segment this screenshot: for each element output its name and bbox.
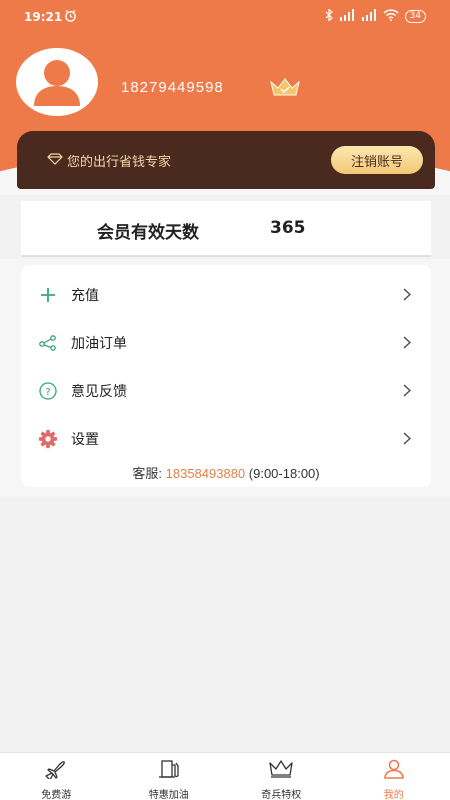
menu-card: 充值 加油订单 ? 意见反馈 设置 客服: 18358493880 (9:00-…	[21, 265, 431, 487]
vip-banner: 您的出行省钱专家 注销账号	[17, 131, 435, 189]
vip-tagline-text: 您的出行省钱专家	[67, 155, 172, 170]
menu-item-settings[interactable]: 设置	[21, 418, 431, 460]
avatar[interactable]	[16, 48, 98, 116]
tab-fuel-deals[interactable]: 特惠加油	[113, 753, 226, 800]
chevron-right-icon	[403, 334, 411, 353]
tab-free-travel[interactable]: 免费游	[0, 753, 113, 800]
status-bar: 19:21 34	[0, 0, 450, 34]
plus-icon	[38, 285, 58, 305]
menu-item-label: 充值	[71, 288, 99, 304]
bluetooth-icon	[325, 8, 333, 24]
tab-mine[interactable]: 我的	[338, 753, 450, 800]
menu-item-recharge[interactable]: 充值	[21, 274, 431, 316]
battery-indicator: 34	[404, 10, 426, 23]
cancel-account-button[interactable]: 注销账号	[331, 146, 423, 174]
wifi-icon	[383, 9, 399, 24]
menu-item-label: 设置	[71, 432, 99, 448]
plane-icon	[44, 759, 68, 783]
status-time: 19:21	[24, 10, 63, 24]
crown-icon	[268, 759, 294, 783]
signal-icon-2	[361, 9, 377, 24]
chevron-right-icon	[403, 430, 411, 449]
fuel-icon	[157, 759, 181, 783]
menu-item-label: 加油订单	[71, 336, 127, 352]
svg-text:?: ?	[45, 387, 50, 398]
vip-tagline: 您的出行省钱专家	[47, 151, 171, 170]
customer-service: 客服: 18358493880 (9:00-18:00)	[21, 463, 431, 482]
service-hours: (9:00-18:00)	[248, 466, 320, 481]
vip-crown-icon	[268, 76, 302, 102]
service-prefix: 客服:	[132, 466, 162, 481]
bottom-tab-bar: 免费游 特惠加油 奇兵特权 我的	[0, 752, 450, 800]
membership-days-card: 会员有效天数 365	[21, 201, 431, 257]
diamond-icon	[47, 152, 63, 169]
tab-label: 免费游	[41, 790, 72, 800]
signal-icon	[339, 9, 355, 24]
gear-icon	[38, 429, 58, 449]
membership-days-value: 365	[270, 218, 306, 238]
menu-item-fuel-orders[interactable]: 加油订单	[21, 322, 431, 364]
user-phone: 18279449598	[121, 79, 224, 96]
service-phone[interactable]: 18358493880	[166, 466, 246, 481]
alarm-icon	[64, 9, 77, 25]
chevron-right-icon	[403, 382, 411, 401]
question-icon: ?	[38, 381, 58, 401]
membership-days-label: 会员有效天数	[97, 223, 199, 243]
tab-label: 我的	[383, 790, 404, 800]
person-icon	[383, 759, 405, 783]
chevron-right-icon	[403, 286, 411, 305]
tab-label: 特惠加油	[148, 790, 189, 800]
tab-label: 奇兵特权	[261, 790, 302, 800]
share-nodes-icon	[38, 333, 58, 353]
menu-item-feedback[interactable]: ? 意见反馈	[21, 370, 431, 412]
tab-privileges[interactable]: 奇兵特权	[225, 753, 338, 800]
menu-item-label: 意见反馈	[71, 384, 127, 400]
